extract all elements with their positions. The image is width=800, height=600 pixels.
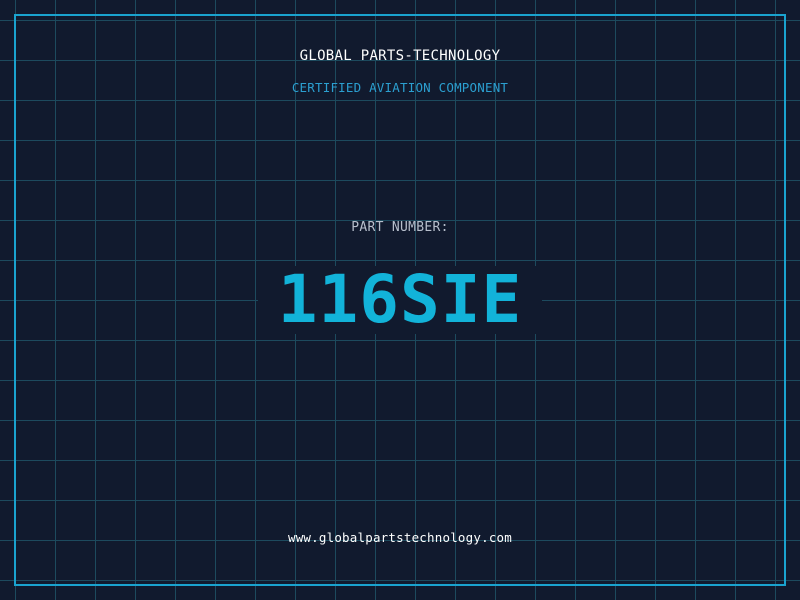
part-number-value: 116SIE <box>277 261 523 338</box>
brand-name: GLOBAL PARTS-TECHNOLOGY <box>299 48 501 64</box>
part-number-label: PART NUMBER: <box>351 220 449 235</box>
brand-tagline: CERTIFIED AVIATION COMPONENT <box>291 80 509 95</box>
website-url: www.globalpartstechnology.com <box>287 530 513 545</box>
